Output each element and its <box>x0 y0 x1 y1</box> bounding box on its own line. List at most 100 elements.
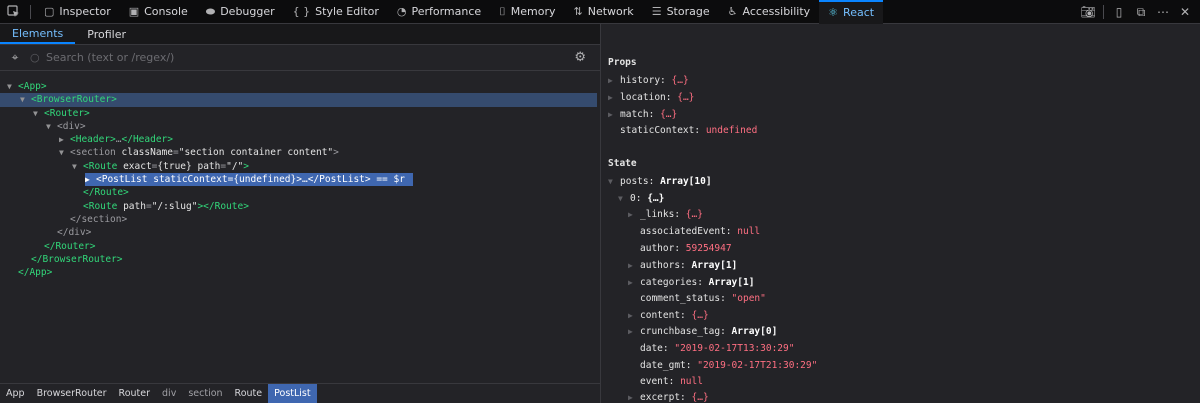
collapse-arrow-icon[interactable]: ▼ <box>7 80 18 93</box>
expand-arrow-icon[interactable]: ▶ <box>628 208 640 222</box>
tree-node-postlist[interactable]: ▶ <PostList staticContext={undefined}>…</… <box>0 173 600 187</box>
expand-arrow-icon[interactable]: ▶ <box>628 391 640 403</box>
dock-button[interactable]: ▯ <box>1108 1 1130 23</box>
tab-performance[interactable]: ◔ Performance <box>388 0 490 24</box>
collapse-arrow-icon[interactable]: ▼ <box>72 160 83 173</box>
prop-location[interactable]: ▶ location: {…} <box>608 91 694 105</box>
search-bar: ⌖ ○ ⚙ <box>0 45 600 71</box>
field-content[interactable]: ▶ content: {…} <box>628 309 709 323</box>
state-heading: State <box>608 158 637 169</box>
debugger-icon: ⬬ <box>205 4 216 18</box>
collapse-arrow-icon[interactable]: ▼ <box>59 146 70 159</box>
expand-arrow-icon[interactable]: ▶ <box>608 74 620 88</box>
collapse-arrow-icon[interactable]: ▼ <box>20 93 31 106</box>
tab-console[interactable]: ▣ Console <box>120 0 197 24</box>
tree-node-route-slug[interactable]: <Route path="/:slug"></Route> <box>0 200 600 213</box>
breadcrumb-browser-router[interactable]: BrowserRouter <box>31 384 113 403</box>
breadcrumb-div[interactable]: div <box>156 384 182 403</box>
more-options-button[interactable]: ⋯ <box>1152 1 1174 23</box>
tab-accessibility[interactable]: ♿ Accessibility <box>719 0 820 24</box>
collapse-arrow-icon[interactable]: ▼ <box>618 192 630 206</box>
tree-node-route[interactable]: ▼ <Route exact={true} path="/"> <box>0 160 600 173</box>
style-editor-icon: { } <box>292 5 311 18</box>
collapse-arrow-icon[interactable]: ▼ <box>33 107 44 120</box>
react-subtabs: Elements Profiler <box>0 24 600 45</box>
expand-arrow-icon[interactable]: ▶ <box>628 259 640 273</box>
tab-debugger[interactable]: ⬬ Debugger <box>197 0 284 24</box>
tree-node-div[interactable]: ▼ <div> <box>0 120 600 133</box>
separate-window-button[interactable]: ⧉ <box>1130 1 1152 23</box>
element-picker-icon <box>6 5 19 17</box>
breadcrumb-route[interactable]: Route <box>229 384 269 403</box>
field-authors[interactable]: ▶ authors: Array[1] <box>628 259 737 273</box>
field-excerpt[interactable]: ▶ excerpt: {…} <box>628 391 709 403</box>
subtab-profiler[interactable]: Profiler <box>75 24 138 44</box>
field-event[interactable]: event: null <box>640 375 703 389</box>
breadcrumb-app[interactable]: App <box>0 384 31 403</box>
devtools-toolbar: ▢ Inspector ▣ Console ⬬ Debugger { } Style E… <box>0 0 1200 24</box>
field-crunchbase-tag[interactable]: ▶ crunchbase_tag: Array[0] <box>628 325 777 339</box>
breadcrumb-postlist[interactable]: PostList <box>268 384 317 403</box>
network-icon: ⇅ <box>573 5 583 18</box>
elements-panel: Elements Profiler ⌖ ○ ⚙ ▼<App> ▼<Browser… <box>0 24 600 403</box>
search-icon: ○ <box>30 51 40 64</box>
tool-tabs: ▢ Inspector ▣ Console ⬬ Debugger { } Style E… <box>35 0 884 24</box>
field-date-gmt[interactable]: date_gmt: "2019-02-17T21:30:29" <box>640 359 817 373</box>
element-picker-button[interactable] <box>0 0 26 24</box>
field-comment-status[interactable]: comment_status: "open" <box>640 292 766 306</box>
expand-arrow-icon[interactable]: ▶ <box>608 91 620 105</box>
prop-history[interactable]: ▶ history: {…} <box>608 74 689 88</box>
expand-arrow-icon[interactable]: ▶ <box>628 309 640 323</box>
breadcrumb: App BrowserRouter Router div section Rou… <box>0 383 600 403</box>
collapse-arrow-icon[interactable]: ▼ <box>608 175 620 189</box>
tree-node-div-close: </div> <box>57 227 92 239</box>
tree-node-router-close: </Router> <box>44 240 96 252</box>
breadcrumb-section[interactable]: section <box>182 384 228 403</box>
expand-arrow-icon[interactable]: ▶ <box>85 173 96 186</box>
field-author[interactable]: author: 59254947 <box>640 242 732 256</box>
screenshot-button[interactable]: 📷︎ <box>1077 1 1099 23</box>
react-icon: ⚛ <box>828 6 839 19</box>
field-associated-event[interactable]: associatedEvent: null <box>640 225 760 239</box>
tree-node-header[interactable]: ▶ <Header>…</Header> <box>0 133 600 146</box>
search-input[interactable] <box>46 51 346 64</box>
field-date[interactable]: date: "2019-02-17T13:30:29" <box>640 342 794 356</box>
camera-icon: 📷︎ <box>1080 5 1096 19</box>
tab-memory[interactable]: ⌷ Memory <box>490 0 564 24</box>
expand-arrow-icon[interactable]: ▶ <box>628 325 640 339</box>
expand-arrow-icon[interactable]: ▶ <box>628 276 640 290</box>
performance-icon: ◔ <box>396 5 407 18</box>
select-element-button[interactable]: ⌖ <box>0 50 30 65</box>
close-devtools-button[interactable]: ✕ <box>1174 1 1196 23</box>
tab-react[interactable]: ⚛ React <box>819 0 884 24</box>
sidebar-props-state: Props ▶ history: {…} ▶ location: {…} ▶ matc… <box>601 24 1200 403</box>
tab-style-editor[interactable]: { } Style Editor <box>284 0 388 24</box>
expand-arrow-icon[interactable]: ▶ <box>59 133 70 146</box>
tab-storage[interactable]: ☰ Storage <box>643 0 719 24</box>
tree-node-browser-router[interactable]: ▼ <BrowserRouter> <box>0 93 597 107</box>
console-icon: ▣ <box>128 5 140 18</box>
tab-network[interactable]: ⇅ Network <box>565 0 643 24</box>
field-links[interactable]: ▶ _links: {…} <box>628 208 703 222</box>
crosshair-icon: ⌖ <box>11 50 19 64</box>
state-posts[interactable]: ▼ posts: Array[10] <box>608 175 712 189</box>
toolbar-separator <box>30 4 31 19</box>
subtab-elements[interactable]: Elements <box>0 24 76 44</box>
collapse-arrow-icon[interactable]: ▼ <box>46 120 57 133</box>
expand-arrow-icon[interactable]: ▶ <box>608 108 620 122</box>
prop-match[interactable]: ▶ match: {…} <box>608 108 677 122</box>
storage-icon: ☰ <box>651 5 662 18</box>
tree-node-app[interactable]: ▼ <App> <box>0 80 600 93</box>
tree-node-section[interactable]: ▼ <section className="section container c… <box>0 146 600 159</box>
tree-node-browser-router-close: </BrowserRouter> <box>31 253 123 265</box>
toolbar-separator <box>1103 5 1104 19</box>
separate-window-icon: ⧉ <box>1136 4 1146 19</box>
tree-node-router[interactable]: ▼ <Router> <box>0 107 600 120</box>
prop-static-context[interactable]: staticContext: undefined <box>620 124 757 138</box>
gear-icon[interactable]: ⚙ <box>574 50 586 65</box>
breadcrumb-router[interactable]: Router <box>113 384 156 403</box>
state-posts-item-0[interactable]: ▼ 0: {…} <box>618 192 664 206</box>
tab-inspector[interactable]: ▢ Inspector <box>35 0 120 24</box>
field-categories[interactable]: ▶ categories: Array[1] <box>628 276 754 290</box>
component-tree: ▼ <App> ▼ <BrowserRouter> ▼ <Router> ▼ <div>… <box>0 80 600 279</box>
